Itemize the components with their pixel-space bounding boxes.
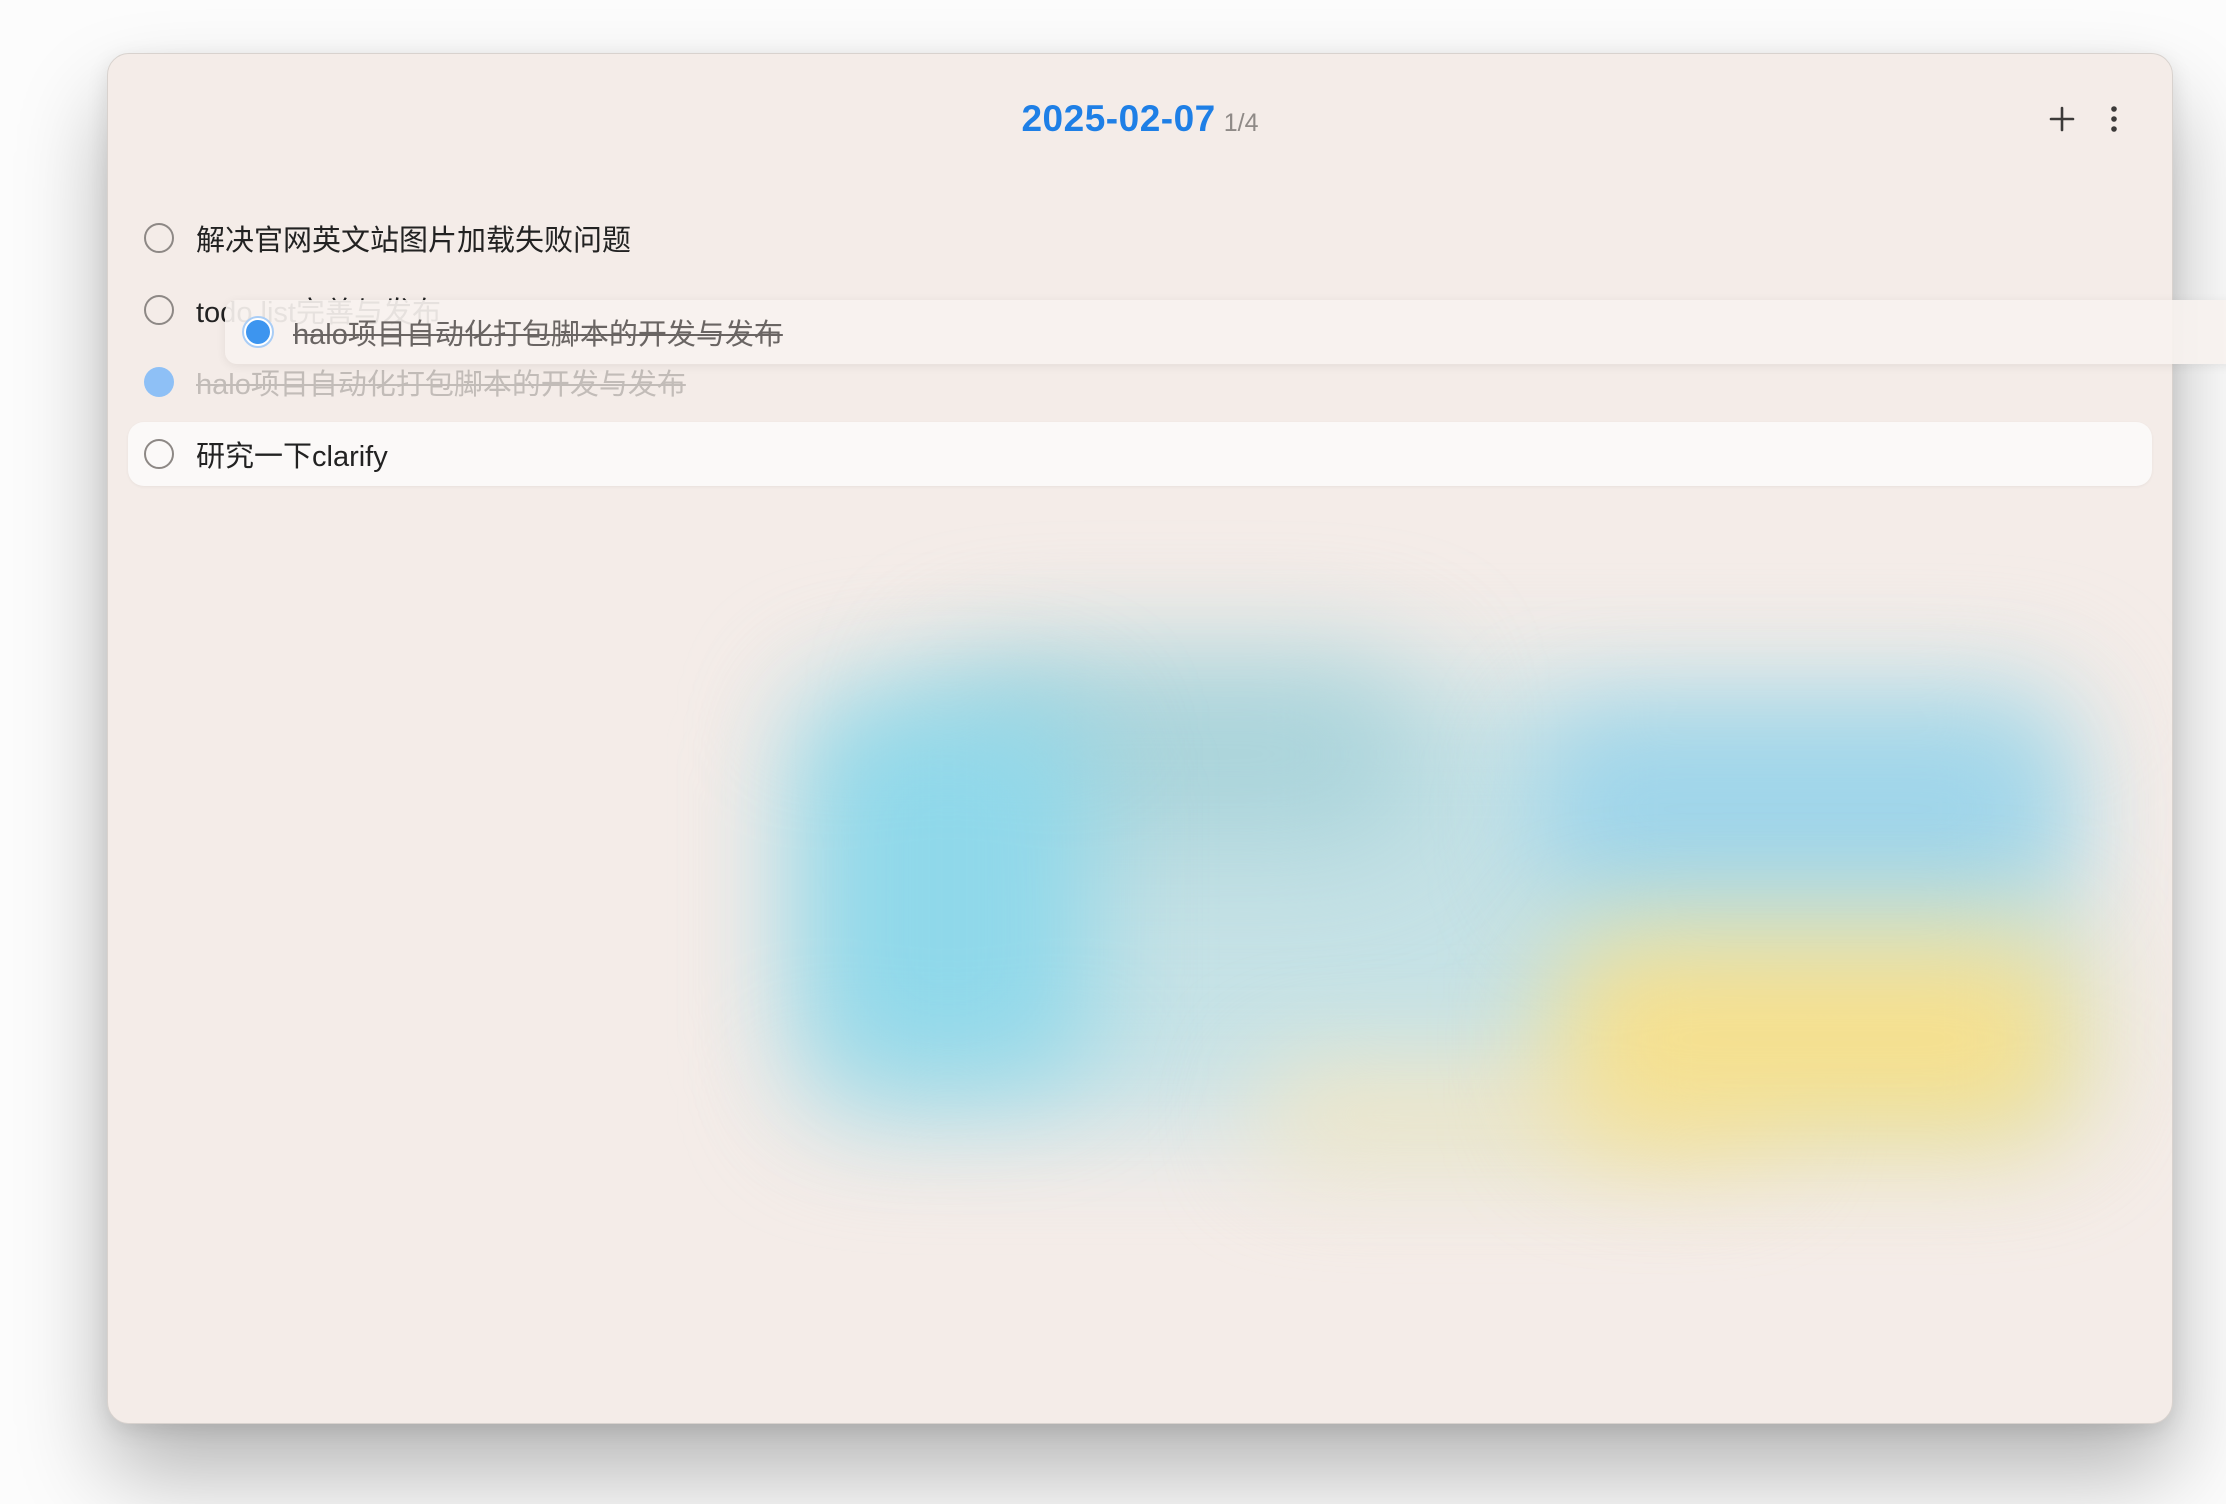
checked-checkbox[interactable] <box>242 316 274 348</box>
progress-count: 1/4 <box>1223 109 1259 137</box>
blur-blob <box>938 664 1418 844</box>
check-dot-icon <box>246 320 270 344</box>
dragging-item[interactable]: halo项目自动化打包脚本的开发与发布 <box>225 300 2226 364</box>
blur-blob <box>1258 1064 1778 1164</box>
todo-text: halo项目自动化打包脚本的开发与发布 <box>196 369 686 401</box>
todo-checkbox[interactable] <box>144 439 174 469</box>
todo-text[interactable]: 解决官网英文站图片加载失败问题 <box>196 217 631 259</box>
todo-checkbox[interactable] <box>144 295 174 325</box>
todo-item[interactable]: 解决官网英文站图片加载失败问题 <box>128 206 2152 270</box>
blur-blob <box>1538 714 2058 904</box>
add-button[interactable] <box>2037 94 2087 144</box>
blur-blob <box>1558 934 2078 1144</box>
vertical-ellipsis-icon <box>2111 106 2117 132</box>
dragging-item-text: halo项目自动化打包脚本的开发与发布 <box>293 319 783 351</box>
blur-blob <box>798 684 2078 1124</box>
date-label[interactable]: 2025-02-07 <box>1021 98 1215 139</box>
todo-checkbox-checked <box>144 367 174 397</box>
todo-window: 2025-02-07 1/4 解决官网英文站图片加载失败问题 halo项目自动化… <box>107 53 2173 1424</box>
header: 2025-02-07 1/4 <box>108 54 2172 174</box>
blurred-background-art <box>698 594 2172 1214</box>
more-button[interactable] <box>2089 94 2139 144</box>
todo-text[interactable]: 研究一下clarify <box>196 433 388 475</box>
blur-blob <box>808 704 1088 1084</box>
date-title: 2025-02-07 1/4 <box>108 94 2172 152</box>
todo-checkbox[interactable] <box>144 223 174 253</box>
desktop: 2025-02-07 1/4 解决官网英文站图片加载失败问题 halo项目自动化… <box>0 0 2226 1504</box>
todo-item[interactable]: 研究一下clarify <box>128 422 2152 486</box>
plus-icon <box>2049 106 2075 132</box>
